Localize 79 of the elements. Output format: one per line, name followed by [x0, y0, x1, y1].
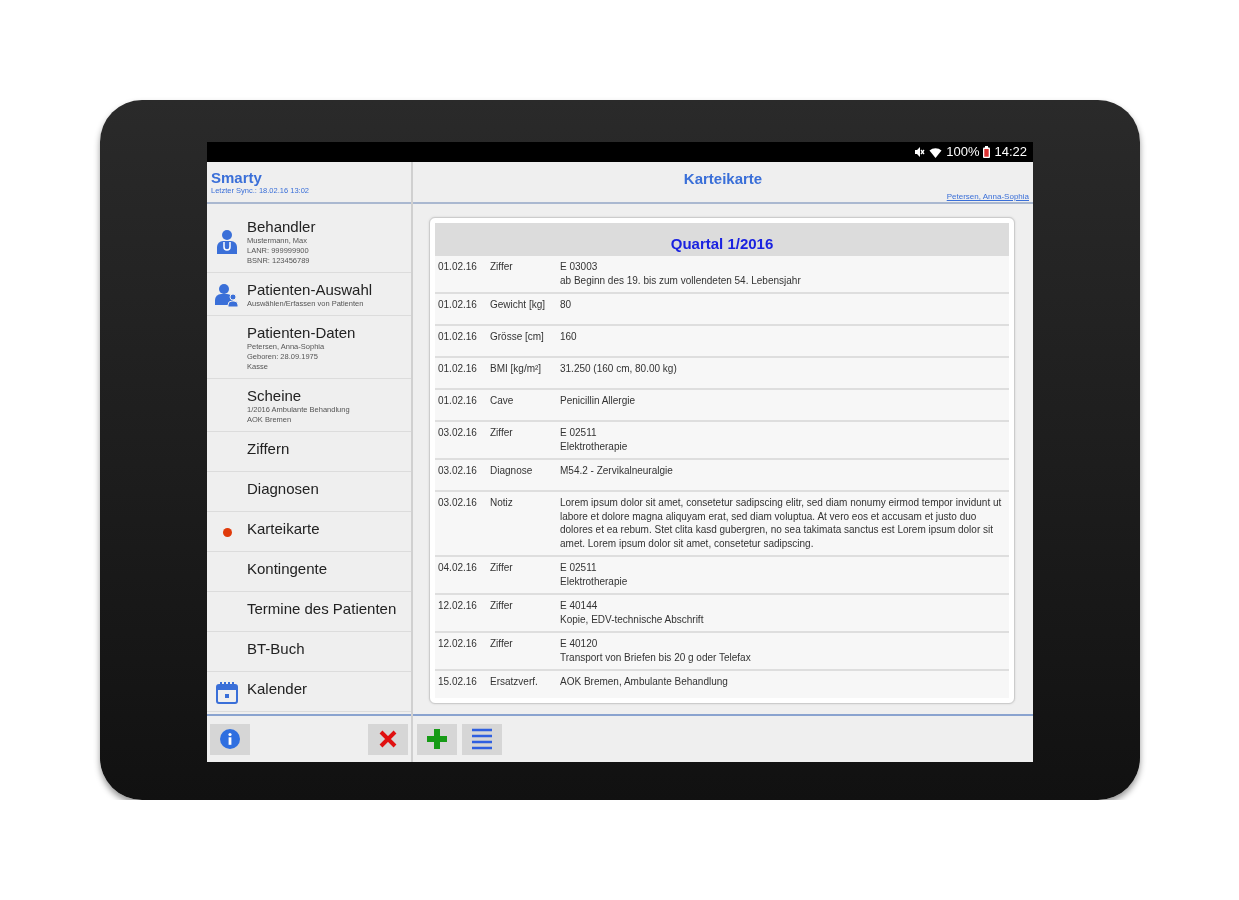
entry-text: Transport von Briefen bis 20 g oder Telefax: [560, 650, 752, 664]
nav-item[interactable]: BT-Buch: [207, 632, 411, 672]
list-button[interactable]: [462, 723, 502, 755]
list-icon: [471, 728, 493, 750]
entry-date: 01.02.16: [438, 260, 478, 274]
entry-type: Gewicht [kg]: [490, 298, 547, 312]
entry-type: BMI [kg/m²]: [490, 362, 543, 376]
entry-type: Notiz: [490, 496, 514, 510]
entry-text: Kopie, EDV-technische Abschrift: [560, 612, 705, 626]
page-title: Karteikarte: [683, 170, 763, 189]
entry-date: 12.02.16: [438, 637, 478, 651]
entry-text: 31.250 (160 cm, 80.00 kg): [560, 362, 678, 376]
wifi-icon: [929, 146, 943, 158]
entry-text: 80: [560, 298, 573, 312]
entry-text: Elektrotherapie: [560, 439, 629, 453]
doctor-icon: [216, 230, 238, 254]
people-icon: [215, 283, 239, 307]
nav-item-title: Termine des Patienten: [247, 600, 397, 618]
app-title: Smarty: [211, 169, 263, 186]
entry-date: 15.02.16: [438, 675, 478, 689]
entry-text: M54.2 - Zervikalneuralgie: [560, 464, 674, 478]
entry-text: E 40144: [560, 599, 599, 613]
info-icon: [220, 729, 240, 749]
entry-type: Ersatzverf.: [490, 675, 539, 689]
nav-item-title: Kalender: [247, 680, 308, 698]
nav-item-title: Scheine: [247, 387, 303, 405]
nav-item-title: Kontingente: [247, 560, 328, 578]
nav-item[interactable]: Ziffern: [207, 432, 411, 472]
entry-type: Ziffer: [490, 260, 514, 274]
battery-level: 100%: [946, 145, 980, 159]
nav-item[interactable]: Kontingente: [207, 552, 411, 592]
entry-text: Penicillin Allergie: [560, 394, 637, 408]
entry-text: E 03003: [560, 260, 599, 274]
mute-icon: [913, 146, 926, 158]
nav-item-title: BT-Buch: [247, 640, 305, 658]
entry-type: Grösse [cm]: [490, 330, 545, 344]
nav-item-title: Patienten-Daten: [247, 324, 356, 342]
entry-text: ab Beginn des 19. bis zum vollendeten 54. Lebensjahr: [560, 273, 802, 287]
section-title: Quartal 1/2016: [670, 235, 774, 252]
entry-date: 03.02.16: [438, 496, 478, 510]
entry-type: Ziffer: [490, 561, 514, 575]
nav-item[interactable]: Termine des Patienten: [207, 592, 411, 632]
nav-item[interactable]: Diagnosen: [207, 472, 411, 512]
clock: 14:22: [994, 145, 1027, 159]
entry-type: Diagnose: [490, 464, 534, 478]
nav-item-title: Patienten-Auswahl: [247, 281, 373, 299]
nav-item-title: Diagnosen: [247, 480, 319, 498]
entry-text: 160: [560, 330, 578, 344]
nav-item-title: Karteikarte: [247, 520, 320, 538]
entry-date: 01.02.16: [438, 298, 478, 312]
patient-link[interactable]: Petersen, Anna-Sophia: [946, 192, 1029, 201]
info-button[interactable]: [210, 723, 250, 755]
calendar-icon: [216, 681, 238, 704]
entry-type: Ziffer: [490, 599, 514, 613]
entry-date: 03.02.16: [438, 426, 478, 440]
nav-item[interactable]: Karteikarte: [207, 512, 411, 552]
entry-text: E 02511: [560, 426, 598, 440]
entry-date: 03.02.16: [438, 464, 478, 478]
entry-type: Cave: [490, 394, 515, 408]
entry-date: 01.02.16: [438, 394, 478, 408]
battery-icon: [983, 146, 991, 158]
plus-icon: [426, 728, 448, 750]
add-button[interactable]: [417, 723, 457, 755]
nav-item-title: Ziffern: [247, 440, 290, 458]
entry-date: 04.02.16: [438, 561, 478, 575]
nav-item-title: Behandler: [247, 218, 316, 236]
entry-text: Lorem ipsum dolor sit amet, consetetur sadipscing elitr, sed diam nonumy eirmod tempor invidunt ut labore et dolore magna aliquyam erat, sed diam voluptua. At vero eos et accusam et justo duo dolores et ea rebum. Stet clita kasd gubergren, no sea takimata sanctus est Lorem ipsum dolor sit amet. Lorem ipsum dolor sit amet, consetetur sadipscing.: [560, 496, 1003, 550]
entry-date: 01.02.16: [438, 362, 478, 376]
entry-text: AOK Bremen, Ambulante Behandlung: [560, 675, 729, 689]
entry-type: Ziffer: [490, 426, 514, 440]
close-button[interactable]: [368, 723, 408, 755]
entry-text: Elektrotherapie: [560, 574, 629, 588]
entry-type: Ziffer: [490, 637, 514, 651]
entry-text: E 02511: [560, 561, 598, 575]
entry-date: 12.02.16: [438, 599, 478, 613]
entry-date: 01.02.16: [438, 330, 478, 344]
close-icon: [379, 730, 397, 748]
nav-item[interactable]: Kalender: [207, 672, 411, 712]
entry-text: E 40120: [560, 637, 599, 651]
